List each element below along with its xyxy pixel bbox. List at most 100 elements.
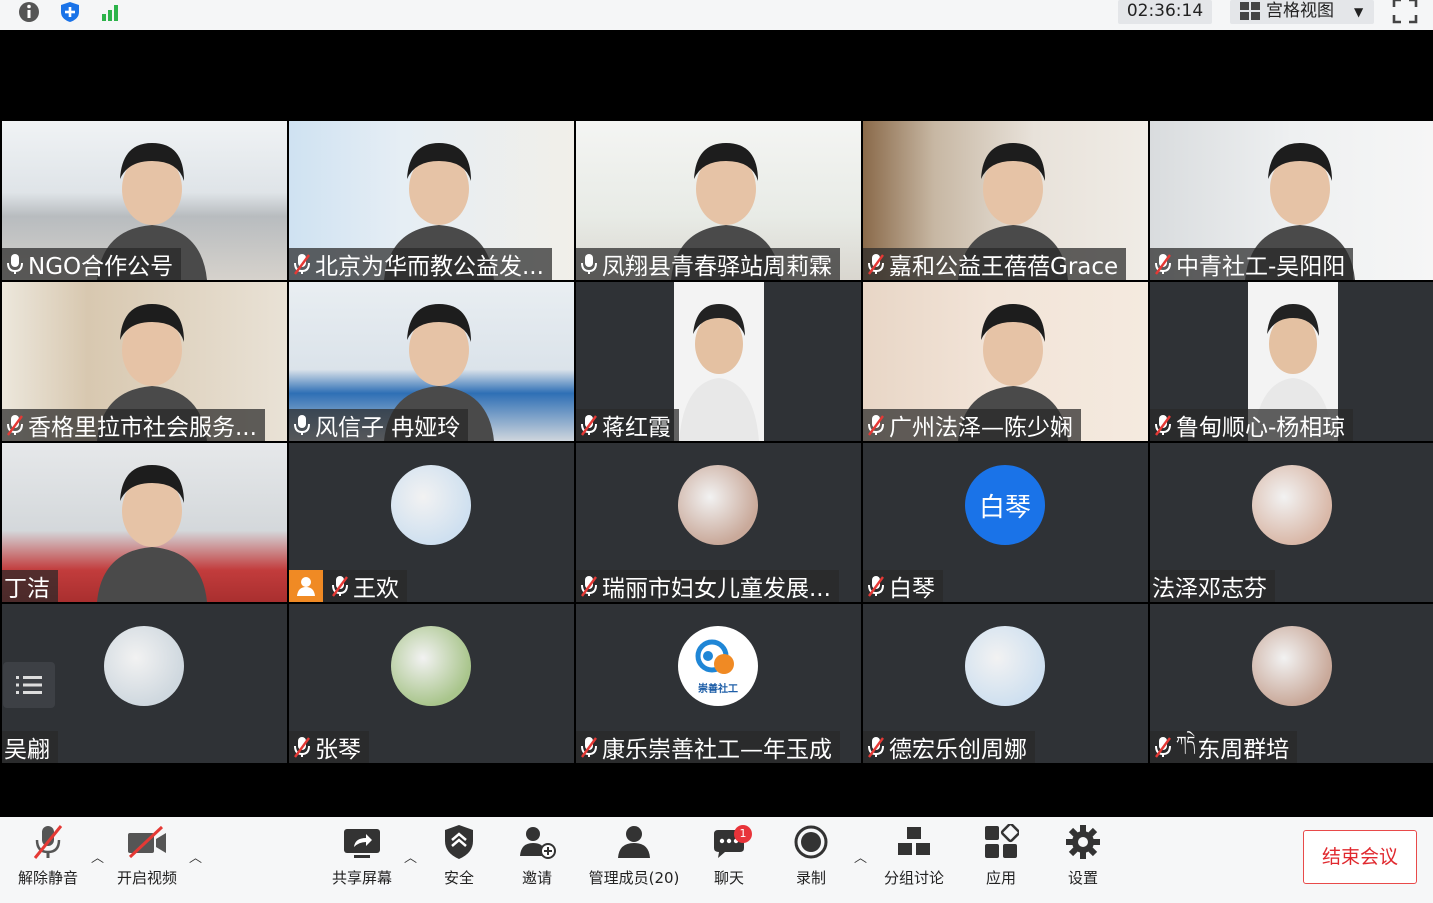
participant-name: 风信子 冉娅玲 [315, 415, 461, 441]
unmute-button[interactable]: 解除静音 [14, 817, 82, 903]
manage-members-button[interactable]: 管理成员(20) [584, 817, 684, 903]
video-tile[interactable]: 白琴 白琴 [863, 443, 1148, 602]
participant-name-label: 张琴 [289, 731, 369, 763]
video-tile[interactable]: 崇善社工康乐崇善社工—年玉成 [576, 604, 861, 763]
members-icon [618, 826, 650, 858]
participant-name: 广州法泽—陈少娴 [889, 415, 1073, 441]
meeting-toolbar: 解除静音 ︿ 开启视频 ︿ 共享屏幕 ︿ 安全 邀请 管理成员(20) 聊天 1… [0, 817, 1433, 903]
chevron-up-icon[interactable]: ︿ [189, 847, 202, 866]
video-tile[interactable]: 法泽邓志芬 [1150, 443, 1433, 602]
fullscreen-icon[interactable] [1392, 0, 1418, 28]
mic-muted-icon [2, 411, 28, 439]
participant-name: 瑞丽市妇女儿童发展... [602, 576, 831, 602]
participant-name-label: 鲁甸顺心-杨相琼 [1150, 409, 1354, 441]
mic-muted-icon [863, 250, 889, 278]
video-tile[interactable]: 凤翔县青春驿站周莉霖 [576, 121, 861, 280]
video-tile[interactable]: 蒋红霞 [576, 282, 861, 441]
participant-name: 鲁甸顺心-杨相琼 [1176, 415, 1346, 441]
signal-icon[interactable] [98, 0, 124, 24]
chevron-up-icon[interactable]: ︿ [91, 847, 104, 866]
view-mode-dropdown[interactable]: 宫格视图 ▼ [1230, 0, 1374, 24]
participant-name: 嘉和公益王蓓蓓Grace [889, 254, 1119, 280]
mic-icon [576, 250, 602, 278]
video-tile[interactable]: NGO合作公号 [2, 121, 287, 280]
participant-video-figure [674, 282, 764, 441]
participant-name: 香格里拉市社会服务... [28, 415, 257, 441]
invite-label: 邀请 [521, 869, 552, 887]
invite-button[interactable]: 邀请 [508, 817, 566, 903]
participant-name-label: 康乐崇善社工—年玉成 [576, 731, 840, 763]
security-label: 安全 [443, 869, 474, 887]
participant-name: 德宏乐创周娜 [889, 737, 1027, 763]
grid-icon [1240, 2, 1260, 20]
mic-icon [289, 411, 315, 439]
mic-muted-icon [576, 733, 602, 761]
host-user-icon [289, 570, 323, 602]
start-video-button[interactable]: 开启视频 [112, 817, 182, 903]
participant-name-label: ཀདེ 东周群培 [1150, 731, 1298, 763]
participant-avatar [391, 465, 471, 545]
participant-name: 王欢 [353, 576, 399, 602]
video-tile[interactable]: 王欢 [289, 443, 574, 602]
top-bar: 02:36:14 宫格视图 ▼ [0, 0, 1433, 30]
video-tile[interactable]: 嘉和公益王蓓蓓Grace [863, 121, 1148, 280]
video-tile[interactable]: 广州法泽—陈少娴 [863, 282, 1148, 441]
participant-name: 丁洁 [4, 576, 50, 602]
video-tile[interactable]: 中青社工-吴阳阳 [1150, 121, 1433, 280]
settings-button[interactable]: 设置 [1054, 817, 1112, 903]
video-tile[interactable]: 丁洁 [2, 443, 287, 602]
share-screen-button[interactable]: 共享屏幕 [328, 817, 396, 903]
participant-name-label: 香格里拉市社会服务... [2, 409, 265, 441]
security-button[interactable]: 安全 [430, 817, 488, 903]
participant-name: 吴翩 [4, 737, 50, 763]
chevron-up-icon[interactable]: ︿ [404, 847, 417, 866]
apps-button[interactable]: 应用 [972, 817, 1030, 903]
settings-label: 设置 [1067, 869, 1098, 887]
security-shield-icon [445, 825, 473, 859]
info-icon[interactable] [16, 0, 42, 24]
participant-list-button[interactable] [3, 662, 55, 708]
participant-name: 凤翔县青春驿站周莉霖 [602, 254, 832, 280]
participant-name-label: 白琴 [863, 570, 943, 602]
chevron-up-icon[interactable]: ︿ [854, 847, 867, 866]
mic-muted-icon [576, 411, 602, 439]
participant-avatar: 崇善社工 [678, 626, 758, 706]
video-off-icon [128, 825, 166, 859]
video-tile[interactable]: 德宏乐创周娜 [863, 604, 1148, 763]
unmute-label: 解除静音 [17, 869, 78, 887]
shield-icon[interactable] [57, 0, 83, 24]
participant-name-label: 法泽邓志芬 [1150, 570, 1275, 602]
record-label: 录制 [795, 869, 826, 887]
list-icon [16, 676, 42, 694]
participant-name: 蒋红霞 [602, 415, 671, 441]
breakout-rooms-button[interactable]: 分组讨论 [878, 817, 950, 903]
chat-label: 聊天 [713, 869, 744, 887]
video-tile[interactable]: 张琴 [289, 604, 574, 763]
mic-muted-icon [1150, 411, 1176, 439]
participant-name-label: 丁洁 [2, 570, 58, 602]
participant-name-label: 嘉和公益王蓓蓓Grace [863, 248, 1127, 280]
participant-avatar [1252, 465, 1332, 545]
video-tile[interactable]: 香格里拉市社会服务... [2, 282, 287, 441]
record-button[interactable]: 录制 [782, 817, 840, 903]
mic-icon [2, 250, 28, 278]
chevron-down-icon: ▼ [1354, 5, 1364, 19]
video-tile[interactable]: 瑞丽市妇女儿童发展... [576, 443, 861, 602]
participant-name-label: 北京为华而教公益发... [289, 248, 552, 280]
video-tile[interactable]: ཀདེ 东周群培 [1150, 604, 1433, 763]
mic-muted-icon [1150, 250, 1176, 278]
video-tile[interactable]: 风信子 冉娅玲 [289, 282, 574, 441]
participant-name-label: 蒋红霞 [576, 409, 679, 441]
end-meeting-button[interactable]: 结束会议 [1303, 830, 1417, 884]
participant-name: 法泽邓志芬 [1152, 576, 1267, 602]
participant-name: 东周群培 [1197, 737, 1290, 763]
video-tile[interactable]: 北京为华而教公益发... [289, 121, 574, 280]
record-icon [794, 825, 828, 859]
chat-unread-badge: 1 [734, 825, 752, 843]
mic-muted-icon [863, 411, 889, 439]
start-video-label: 开启视频 [116, 869, 177, 887]
participant-name-label: 中青社工-吴阳阳 [1150, 248, 1354, 280]
view-mode-label: 宫格视图 [1266, 1, 1334, 21]
video-tile[interactable]: 鲁甸顺心-杨相琼 [1150, 282, 1433, 441]
mic-muted-icon [289, 733, 315, 761]
